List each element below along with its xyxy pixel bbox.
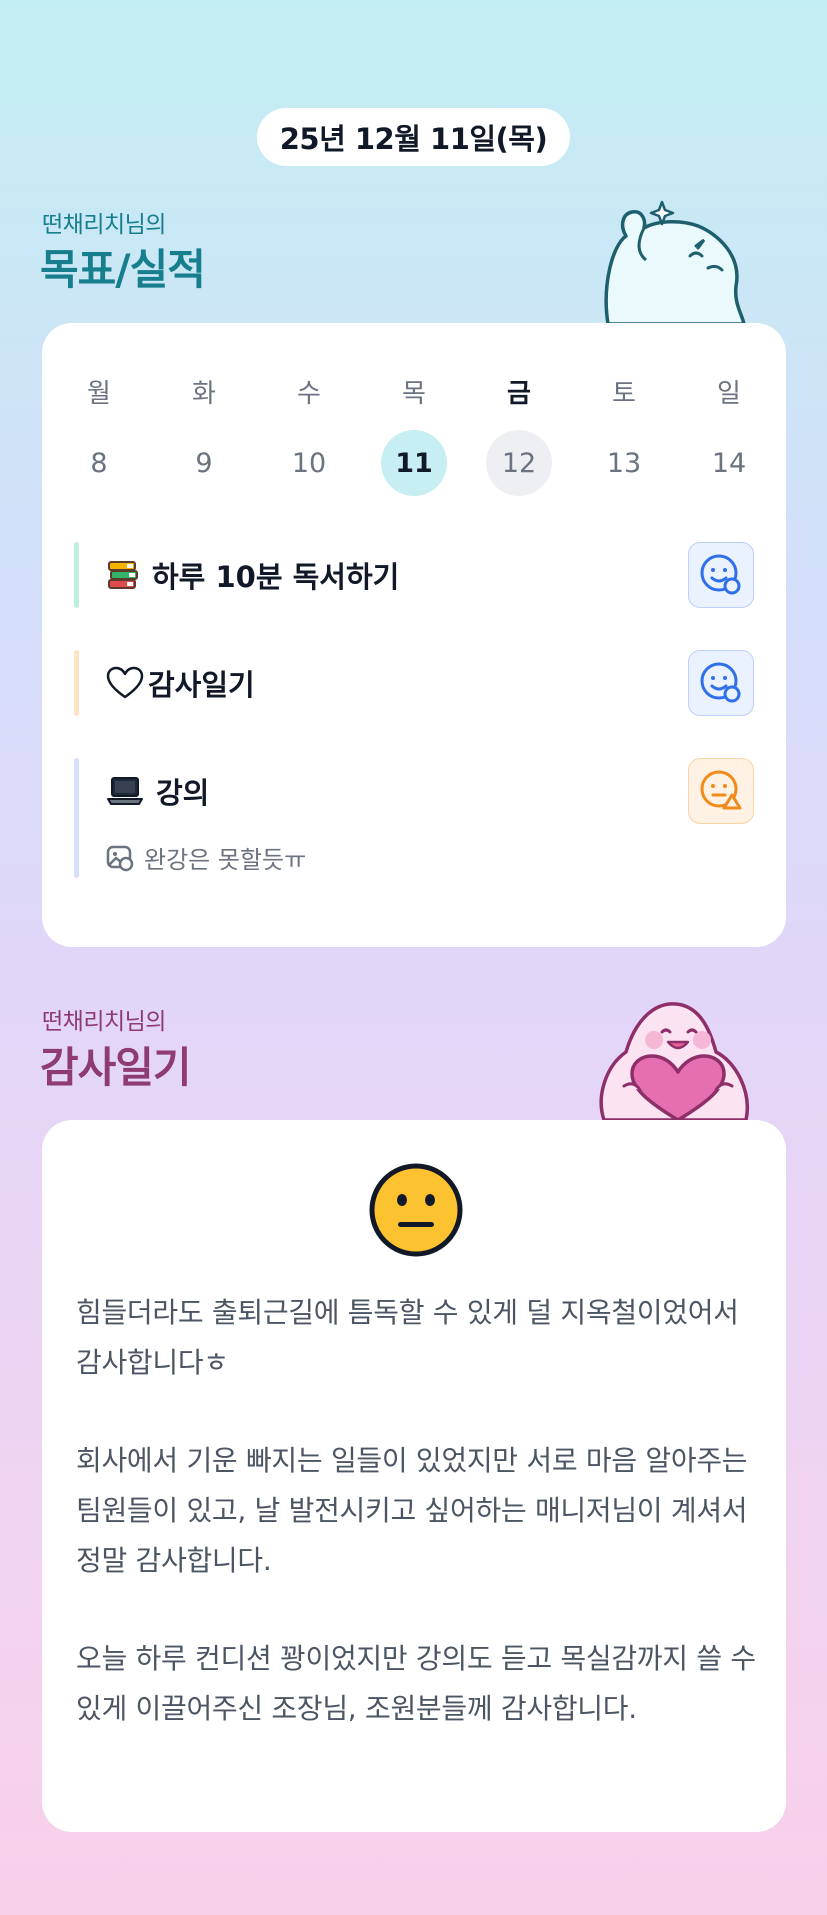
date-label: 25년 12월 11일(목) (279, 122, 548, 156)
image-memo-icon (106, 845, 134, 871)
diary-paragraph-2: 회사에서 기운 빠지는 일들이 있었지만 서로 마음 알아주는 팀원들이 있고,… (76, 1444, 748, 1577)
date-9[interactable]: 9 (171, 430, 237, 496)
neutral-face-icon (369, 1163, 463, 1257)
date-11-today[interactable]: 11 (381, 430, 447, 496)
gratitude-section-title: 감사일기 (40, 1043, 192, 1092)
goals-card: 월 화 수 목 금 토 일 8 9 10 11 12 13 14 하루 10분 (42, 323, 786, 947)
goal-color-bar (74, 758, 79, 878)
smile-check-icon (700, 554, 741, 595)
goal-memo: 완강은 못할듯ㅠ (106, 840, 306, 875)
date-8[interactable]: 8 (66, 430, 132, 496)
goal-item-lecture[interactable]: 강의 완강은 못할듯ㅠ (74, 758, 754, 878)
smile-check-icon (700, 662, 741, 703)
date-13[interactable]: 13 (591, 430, 657, 496)
weekday-sat: 토 (612, 378, 636, 409)
gratitude-diary-card: 힘들더라도 출퇴근길에 틈독할 수 있게 덜 지옥철이었어서 감사합니다ㅎ 회사… (42, 1120, 786, 1832)
books-icon (106, 558, 140, 592)
date-row: 8 9 10 11 12 13 14 (66, 430, 762, 496)
goal-color-bar (74, 650, 79, 716)
goal-item-reading[interactable]: 하루 10분 독서하기 (74, 542, 754, 608)
date-12-selected[interactable]: 12 (486, 430, 552, 496)
mood-button[interactable] (688, 758, 754, 824)
goal-label: 하루 10분 독서하기 (152, 560, 400, 594)
goal-label: 강의 (156, 776, 210, 810)
diary-paragraph-3: 오늘 하루 컨디션 꽝이었지만 강의도 듣고 목실감까지 쓸 수 있게 이끌어주… (76, 1642, 756, 1725)
neutral-warning-icon (700, 770, 742, 810)
weekday-tue: 화 (192, 378, 216, 409)
goal-color-bar (74, 542, 79, 608)
goal-label: 감사일기 (148, 668, 255, 702)
weekday-mon: 월 (87, 378, 111, 409)
heart-ghost-mascot-icon (599, 1002, 749, 1122)
date-pill[interactable]: 25년 12월 11일(목) (257, 108, 570, 166)
weekday-fri: 금 (507, 378, 531, 409)
weekday-row: 월 화 수 목 금 토 일 (66, 373, 762, 409)
diary-paragraph-1: 힘들더라도 출퇴근길에 틈독할 수 있게 덜 지옥철이었어서 감사합니다ㅎ (76, 1296, 739, 1379)
weekday-sun: 일 (717, 378, 741, 409)
weekday-thu: 목 (402, 378, 426, 409)
heart-outline-icon (106, 666, 144, 700)
gratitude-section-subtitle: 떤채리치님의 (42, 1009, 166, 1035)
laptop-icon (106, 775, 144, 807)
goals-section-subtitle: 떤채리치님의 (42, 212, 166, 238)
mood-button[interactable] (688, 542, 754, 608)
weekday-wed: 수 (297, 378, 321, 409)
date-10[interactable]: 10 (276, 430, 342, 496)
date-14[interactable]: 14 (696, 430, 762, 496)
goals-section-title: 목표/실적 (40, 245, 206, 294)
goal-item-gratitude[interactable]: 감사일기 (74, 650, 754, 716)
ghost-mascot-icon (604, 200, 746, 326)
mood-button[interactable] (688, 650, 754, 716)
memo-text: 완강은 못할듯ㅠ (144, 846, 307, 874)
